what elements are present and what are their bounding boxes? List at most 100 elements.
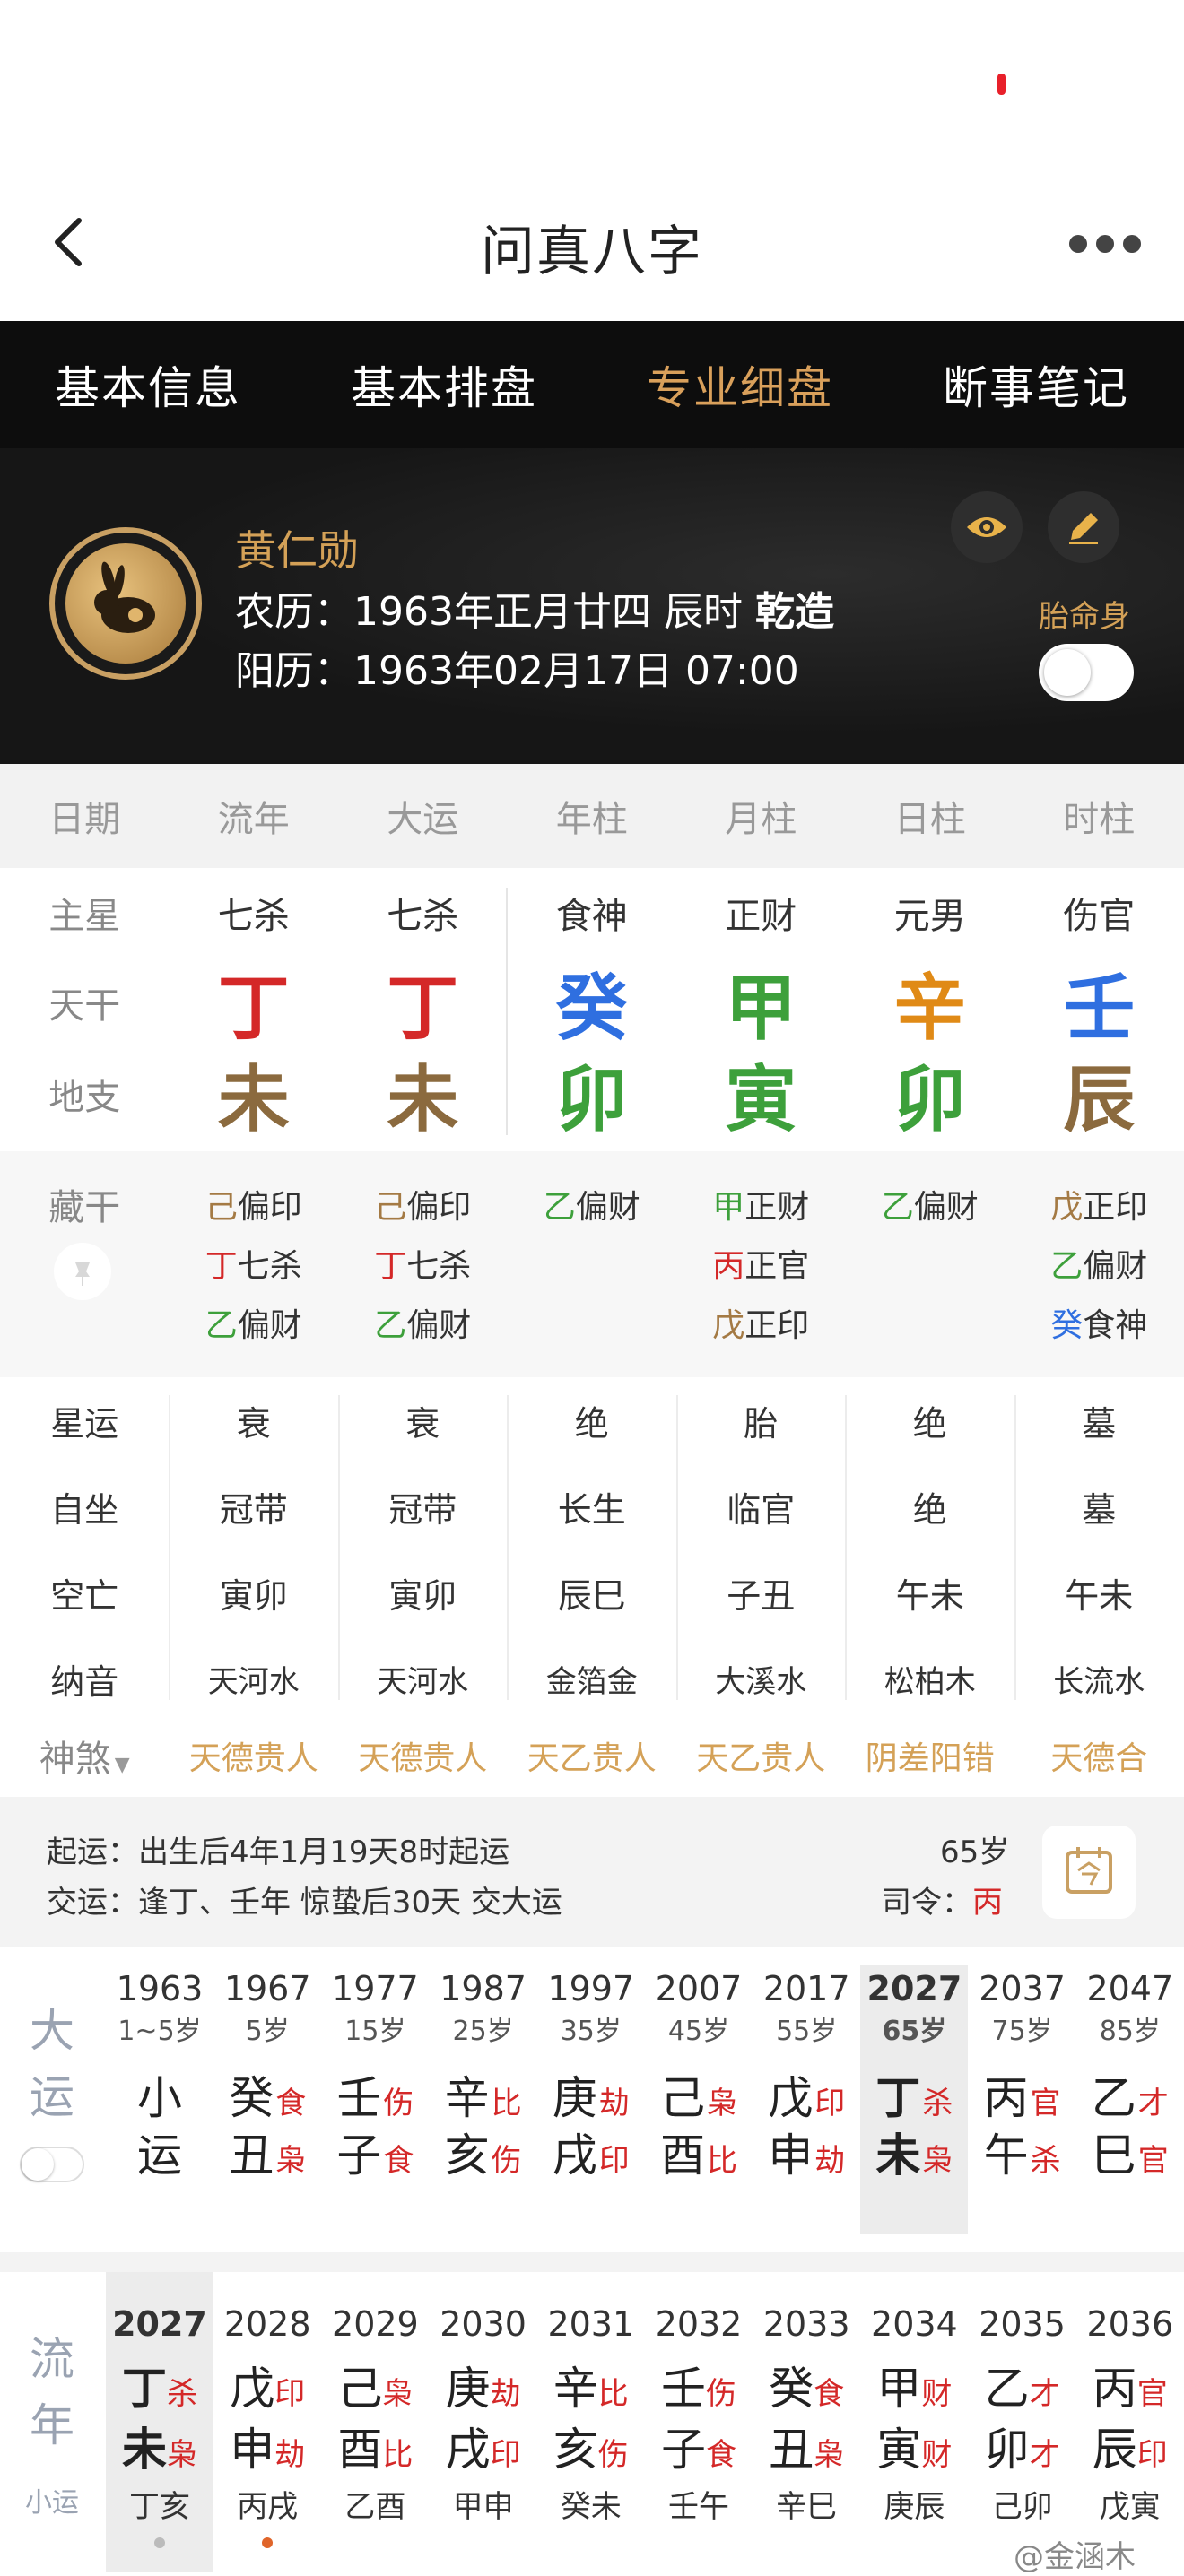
xiaoyun-ganzhi: 乙酉 [344,2489,406,2525]
dayun-ganzhi: 辛比 [430,2069,537,2127]
liunian-item[interactable]: 2035 乙才 卯才 己卯 [969,2272,1076,2572]
tiangan-char[interactable]: 丁 [170,950,339,1054]
rabbit-avatar-icon [49,527,202,680]
liunian-char: 甲 [876,2363,922,2415]
dizhi-char[interactable]: 卯 [846,1042,1015,1146]
dizhi-char[interactable]: 未 [338,1042,508,1146]
divider [1014,1395,1016,1700]
dayun-char: 庚 [552,2072,597,2124]
dayun-item[interactable]: 1997 35岁 庚劫 戌印 [537,1965,645,2234]
dizhi-char[interactable]: 寅 [676,1042,846,1146]
tiangan-char[interactable]: 辛 [846,950,1015,1054]
liunian-item[interactable]: 2030 庚劫 戌印 甲申 [430,2272,537,2572]
canggan-column: 己偏印 丁七杀 乙偏财 [338,1178,508,1356]
dayun-age: 65岁 [882,2016,947,2047]
dayun-year: 2007 [655,1969,743,2008]
shensha-value[interactable]: 天乙贵人 [676,1732,846,1779]
nayin-value: 金箔金 [545,1663,638,1700]
canggan-item: 乙偏财 [170,1297,339,1356]
dayun-item[interactable]: 1977 15岁 壬伤 子食 [321,1965,429,2234]
tiangan-char[interactable]: 壬 [1014,950,1184,1054]
canggan-item: 乙偏财 [508,1178,677,1237]
xingyun-value: 绝 [574,1403,609,1444]
tiangan-char[interactable]: 丁 [338,950,508,1054]
shensha-dropdown[interactable]: 神煞 ▼ [0,1730,170,1782]
dizhi-char[interactable]: 未 [170,1042,339,1146]
canggan-shishen: 正印 [744,1307,810,1344]
liunian-item[interactable]: 2029 己枭 酉比 乙酉 [321,2272,429,2572]
tab-basic-info[interactable]: 基本信息 [0,321,296,448]
tiangan-char[interactable]: 甲 [676,950,846,1054]
more-icon[interactable] [1069,233,1141,255]
dayun-shishen: 枭 [922,2143,953,2179]
pencil-icon[interactable] [1048,491,1119,563]
dayun-item[interactable]: 1963 1~5岁小运 [106,1965,213,2234]
dayun-shishen: 官 [1137,2143,1169,2179]
col-day-pillar: 日柱 [893,799,966,840]
canggan-item: 丁七杀 [170,1237,339,1297]
dizhi-char[interactable]: 辰 [1014,1042,1184,1146]
taiming-toggle[interactable] [1039,644,1134,701]
dayun-item[interactable]: 2047 85岁 乙才 巳官 [1076,1965,1184,2234]
dayun-item[interactable]: 2037 75岁 丙官 午杀 [969,1965,1076,2234]
tab-pro-chart[interactable]: 专业细盘 [592,321,888,448]
shensha-value[interactable]: 天乙贵人 [508,1732,677,1779]
dayun-item[interactable]: 1967 5岁 癸食 丑枭 [213,1965,321,2234]
xiaoyun-ganzhi: 己卯 [991,2489,1053,2525]
liunian-item[interactable]: 2033 癸食 丑枭 辛巳 [753,2272,860,2572]
dayun-item[interactable]: 2027 65岁 丁杀 未枭 [860,1965,969,2234]
liunian-char: 丁 [122,2363,167,2415]
canggan-item: 戊正印 [676,1297,846,1356]
canggan-shishen: 偏财 [1083,1248,1148,1285]
col-month-pillar: 月柱 [725,799,797,840]
tab-basic-chart[interactable]: 基本排盘 [296,321,592,448]
canggan-column: 乙偏财 [846,1178,1015,1237]
canggan-shishen: 偏财 [913,1189,979,1226]
dayun-section: 大运 1963 1~5岁小运 1967 5岁 癸食 丑枭 1977 15岁 壬伤 子食 1987 25… [0,1947,1184,2252]
canggan-gan: 乙 [205,1307,238,1344]
xiaoyun-ganzhi: 戊寅 [1099,2489,1161,2525]
liunian-item[interactable]: 2031 辛比 亥伤 癸未 [537,2272,645,2572]
xingyun-value: 胎 [744,1403,779,1444]
pin-icon[interactable] [54,1243,111,1300]
liunian-shishen: 伤 [597,2437,629,2473]
liunian-item[interactable]: 2034 甲财 寅财 庚辰 [860,2272,968,2572]
liunian-char: 辰 [1092,2424,1137,2476]
zizuo-value: 长生 [557,1489,626,1530]
row-label: 藏干 [48,1187,121,1228]
liunian-year: 2031 [547,2304,635,2344]
row-label: 地支 [48,1077,121,1118]
calendar-icon[interactable] [1042,1826,1136,1919]
dayun-toggle[interactable] [20,2147,84,2182]
shensha-value[interactable]: 天德贵人 [338,1732,508,1779]
tiangan-char[interactable]: 癸 [508,950,677,1054]
dayun-item[interactable]: 2017 55岁 戊印 申劫 [753,1965,860,2234]
tab-notes[interactable]: 断事笔记 [888,321,1184,448]
dayun-item[interactable]: 2007 45岁 己枭 酉比 [645,1965,753,2234]
dayun-char: 小 [137,2072,182,2124]
canggan-gan: 丁 [374,1248,407,1285]
canggan-item: 甲正财 [676,1178,846,1237]
zizuo-value: 墓 [1082,1489,1117,1530]
liunian-item[interactable]: 2036 丙官 辰印 戊寅 [1076,2272,1184,2572]
dayun-ganzhi: 癸食 [213,2069,321,2127]
liunian-ganzhi: 寅财 [860,2419,968,2480]
canggan-item: 丁七杀 [338,1237,508,1297]
eye-icon[interactable] [951,491,1023,563]
liunian-ganzhi: 亥伤 [537,2419,645,2480]
liunian-item[interactable]: 2028 戊印 申劫 丙戌 [213,2272,321,2572]
liunian-item[interactable]: 2032 壬伤 子食 壬午 [645,2272,753,2572]
dayun-shishen: 杀 [1030,2143,1061,2179]
divider [506,888,508,1135]
dizhi-char[interactable]: 卯 [508,1042,677,1146]
liunian-item[interactable]: 2027 丁杀 未枭 丁亥 [106,2272,213,2572]
canggan-shishen: 七杀 [406,1248,472,1285]
shensha-value[interactable]: 天德贵人 [170,1732,339,1779]
shensha-value[interactable]: 阴差阳错 [846,1732,1015,1779]
dayun-item[interactable]: 1987 25岁 辛比 亥伤 [430,1965,537,2234]
page-title: 问真八字 [481,221,703,283]
shensha-value[interactable]: 天德合 [1014,1732,1184,1779]
liunian-ganzhi: 丑枭 [753,2419,860,2480]
liunian-year: 2035 [979,2304,1066,2344]
siling: 司令：丙 [881,1878,1003,1921]
